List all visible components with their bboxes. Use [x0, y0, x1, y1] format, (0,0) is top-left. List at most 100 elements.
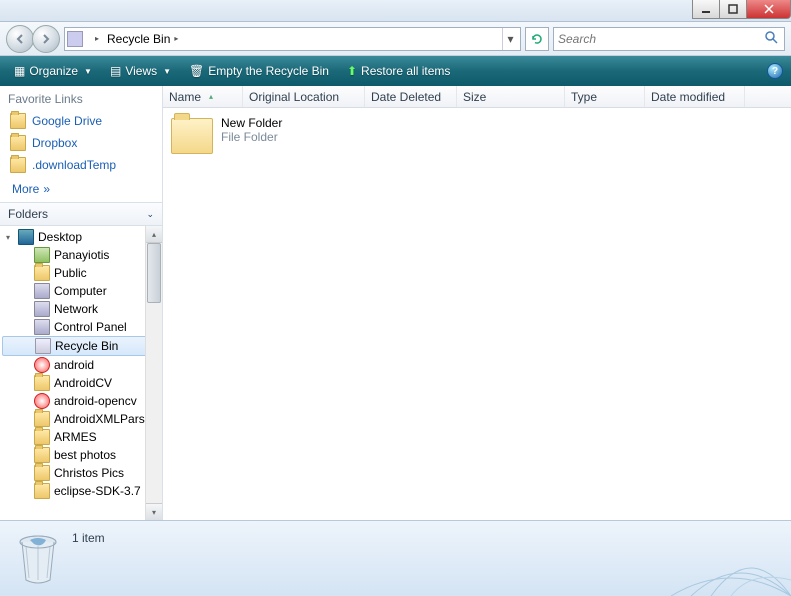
- tree-item-label: best photos: [54, 448, 116, 462]
- tree-item[interactable]: Control Panel: [0, 318, 162, 336]
- chevron-right-icon: ▸: [95, 34, 99, 43]
- scroll-up-button[interactable]: ▴: [146, 226, 162, 243]
- minimize-button[interactable]: [692, 0, 720, 19]
- scroll-down-button[interactable]: ▾: [146, 503, 162, 520]
- views-button[interactable]: ▤Views▼: [104, 62, 177, 80]
- tree-item-label: AndroidXMLPars: [54, 412, 145, 426]
- views-label: Views: [125, 64, 157, 78]
- command-toolbar: ▦Organize▼ ▤ Views ▼ 🗑Empty the Recycle Bi…: [0, 56, 791, 86]
- address-segment-location[interactable]: Recycle Bin ▸: [103, 28, 182, 50]
- tree-item[interactable]: ▾Desktop: [0, 228, 162, 246]
- folder-icon: [34, 411, 50, 427]
- more-label: More: [12, 182, 39, 196]
- tree-item[interactable]: Recycle Bin: [2, 336, 160, 356]
- column-headers: NameOriginal LocationDate DeletedSizeTyp…: [163, 86, 791, 108]
- comp-icon: [34, 319, 50, 335]
- favorite-link-label: .downloadTemp: [32, 158, 116, 172]
- decorative-swoosh: [591, 520, 791, 596]
- warn-icon: [34, 357, 50, 373]
- favorite-link[interactable]: Dropbox: [4, 132, 158, 154]
- tree-item[interactable]: Computer: [0, 282, 162, 300]
- restore-all-button[interactable]: ⬆ Restore all items: [341, 62, 456, 80]
- file-list[interactable]: New FolderFile Folder: [163, 108, 791, 520]
- bin-icon: 🗑: [189, 64, 204, 78]
- folder-icon: [34, 375, 50, 391]
- status-text: 1 item: [72, 531, 105, 545]
- chevron-right-icon: »: [43, 182, 50, 196]
- empty-bin-button[interactable]: 🗑Empty the Recycle Bin: [183, 62, 335, 80]
- user-icon: [34, 247, 50, 263]
- folder-icon: [34, 429, 50, 445]
- scroll-thumb[interactable]: [147, 243, 161, 303]
- net-icon: [34, 301, 50, 317]
- tree-item[interactable]: eclipse-SDK-3.7: [0, 482, 162, 500]
- address-bar[interactable]: ▸ Recycle Bin ▸ ▾: [64, 27, 521, 51]
- bin-icon: [35, 338, 51, 354]
- folders-header[interactable]: Folders⌄: [0, 202, 162, 226]
- search-input[interactable]: [558, 32, 780, 46]
- organize-button[interactable]: ▦Organize▼: [8, 62, 98, 80]
- back-button[interactable]: [6, 25, 34, 53]
- recycle-bin-large-icon: [12, 530, 64, 588]
- tree-item[interactable]: best photos: [0, 446, 162, 464]
- tree-item-label: android: [54, 358, 94, 372]
- close-button[interactable]: [746, 0, 791, 19]
- window-titlebar: [0, 0, 791, 22]
- tree-item-label: AndroidCV: [54, 376, 112, 390]
- tree-item[interactable]: AndroidCV: [0, 374, 162, 392]
- tree-item-label: Network: [54, 302, 98, 316]
- folder-icon: [10, 113, 26, 129]
- search-icon: [764, 30, 778, 47]
- folder-icon: [10, 135, 26, 151]
- tree-item[interactable]: Christos Pics: [0, 464, 162, 482]
- tree-item[interactable]: Public: [0, 264, 162, 282]
- views-icon: ▤: [110, 64, 121, 78]
- list-item[interactable]: New FolderFile Folder: [169, 114, 785, 156]
- restore-label: Restore all items: [361, 64, 450, 78]
- expand-icon[interactable]: ▾: [6, 233, 10, 242]
- search-box[interactable]: [553, 27, 785, 51]
- restore-icon: ⬆: [347, 64, 357, 78]
- tree-item[interactable]: android: [0, 356, 162, 374]
- column-header[interactable]: Date modified: [645, 86, 745, 107]
- navigation-bar: ▸ Recycle Bin ▸ ▾: [0, 22, 791, 56]
- column-header[interactable]: Size: [457, 86, 565, 107]
- address-dropdown[interactable]: ▾: [502, 28, 518, 50]
- navigation-pane: Favorite Links Google Drive Dropbox .downl…: [0, 86, 163, 520]
- chevron-right-icon: ▸: [174, 34, 178, 43]
- favorite-link[interactable]: Google Drive: [4, 110, 158, 132]
- column-header[interactable]: Name: [163, 86, 243, 107]
- comp-icon: [34, 283, 50, 299]
- scrollbar[interactable]: ▴ ▾: [145, 226, 162, 520]
- tree-item-label: eclipse-SDK-3.7: [54, 484, 141, 498]
- organize-icon: ▦: [14, 64, 25, 78]
- column-header[interactable]: Date Deleted: [365, 86, 457, 107]
- refresh-button[interactable]: [525, 27, 549, 51]
- item-name: New Folder: [221, 116, 282, 130]
- column-header[interactable]: Type: [565, 86, 645, 107]
- folder-icon: [34, 447, 50, 463]
- forward-button[interactable]: [32, 25, 60, 53]
- folder-tree: ▾DesktopPanayiotis Public Computer Network C…: [0, 226, 162, 520]
- tree-item-label: Public: [54, 266, 87, 280]
- favorite-link-label: Dropbox: [32, 136, 77, 150]
- tree-item-label: ARMES: [54, 430, 97, 444]
- favorite-links-header: Favorite Links: [0, 86, 162, 110]
- maximize-button[interactable]: [719, 0, 747, 19]
- desktop-icon: [18, 229, 34, 245]
- more-link[interactable]: More »: [0, 176, 162, 202]
- dropdown-icon: ▼: [84, 67, 92, 76]
- tree-item[interactable]: Network: [0, 300, 162, 318]
- folders-label: Folders: [8, 207, 48, 221]
- tree-item[interactable]: Panayiotis: [0, 246, 162, 264]
- status-bar: 1 item: [0, 520, 791, 596]
- tree-item[interactable]: ARMES: [0, 428, 162, 446]
- column-header[interactable]: Original Location: [243, 86, 365, 107]
- address-location-text: Recycle Bin: [107, 32, 170, 46]
- favorite-link[interactable]: .downloadTemp: [4, 154, 158, 176]
- tree-item[interactable]: AndroidXMLPars: [0, 410, 162, 428]
- address-segment[interactable]: ▸: [87, 28, 103, 50]
- folder-icon: [171, 118, 213, 154]
- help-button[interactable]: ?: [767, 63, 783, 79]
- tree-item[interactable]: android-opencv: [0, 392, 162, 410]
